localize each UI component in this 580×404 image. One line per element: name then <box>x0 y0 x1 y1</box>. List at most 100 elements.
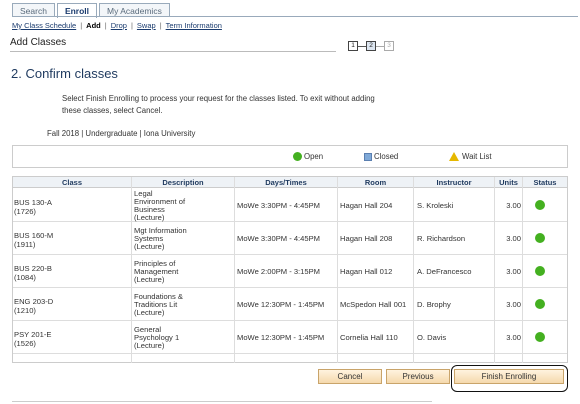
legend-open: Open <box>293 152 323 161</box>
days-times-cell: MoWe 12:30PM - 1:45PM <box>237 300 325 309</box>
days-times-cell: MoWe 3:30PM - 4:45PM <box>237 201 321 210</box>
waitlist-status-icon <box>449 152 459 161</box>
class-cell: PSY 201-E (1526) <box>14 330 130 348</box>
open-status-icon <box>535 200 545 210</box>
class-cell: BUS 130-A (1726) <box>14 198 130 216</box>
description-line: (Lecture) <box>134 275 165 284</box>
units-cell: 3.00 <box>506 201 521 210</box>
table-row: ENG 203-D (1210) Foundations & Traditions L… <box>13 288 567 321</box>
status-cell <box>535 299 545 309</box>
term-info: Fall 2018 | Undergraduate | Iona Univers… <box>47 129 196 138</box>
subnav-term-information[interactable]: Term Information <box>166 21 222 30</box>
step-connector <box>376 45 384 47</box>
subnav-my-class-schedule[interactable]: My Class Schedule <box>12 21 76 30</box>
days-times-cell: MoWe 3:30PM - 4:45PM <box>237 234 321 243</box>
class-code: PSY 201-E <box>14 330 52 339</box>
open-status-icon <box>535 299 545 309</box>
finish-highlight-ring <box>451 365 568 392</box>
legend-closed-label: Closed <box>374 152 399 161</box>
table-row: BUS 130-A (1726) Legal Environment of Busine… <box>13 189 567 222</box>
instructor-cell: D. Brophy <box>417 300 451 309</box>
subnav-separator: | <box>80 21 83 30</box>
legend-waitlist-label: Wait List <box>462 152 492 161</box>
class-code: ENG 203-D <box>14 297 54 306</box>
page-heading: 2. Confirm classes <box>11 66 118 81</box>
room-cell: Cornelia Hall 110 <box>340 333 398 342</box>
closed-status-icon <box>364 152 372 161</box>
previous-button[interactable]: Previous <box>386 369 450 384</box>
section-divider <box>10 51 336 52</box>
status-cell <box>535 233 545 243</box>
description-line: (Lecture) <box>134 242 165 251</box>
class-code: BUS 220-B <box>14 264 52 273</box>
step-3: 3 <box>384 41 394 51</box>
subnav-add[interactable]: Add <box>86 21 101 30</box>
instructor-cell: R. Richardson <box>417 234 466 243</box>
instructor-cell: A. DeFrancesco <box>417 267 472 276</box>
description-cell: General Psychology 1 (Lecture) <box>134 326 232 350</box>
col-header-status: Status <box>533 178 557 187</box>
tab-search[interactable]: Search <box>12 3 55 17</box>
status-cell <box>535 266 545 276</box>
description-cell: Legal Environment of Business (Lecture) <box>134 190 232 222</box>
days-times-cell: MoWe 2:00PM - 3:15PM <box>237 267 321 276</box>
legend-waitlist: Wait List <box>449 152 492 161</box>
tab-divider <box>12 16 578 17</box>
class-number: (1911) <box>14 240 36 249</box>
instructor-cell: S. Kroleski <box>417 201 454 210</box>
table-row: BUS 160-M (1911) Mgt Information Systems (Le… <box>13 222 567 255</box>
col-header-days-times: Days/Times <box>265 178 307 187</box>
status-cell <box>535 332 545 342</box>
description-line: (Lecture) <box>134 341 165 350</box>
step-2: 2 <box>366 41 376 51</box>
subnav-swap[interactable]: Swap <box>137 21 156 30</box>
open-status-icon <box>535 233 545 243</box>
subnav-drop[interactable]: Drop <box>111 21 127 30</box>
class-number: (1210) <box>14 306 36 315</box>
description-cell: Mgt Information Systems (Lecture) <box>134 227 232 251</box>
open-status-icon <box>535 266 545 276</box>
class-code: BUS 130-A <box>14 198 52 207</box>
instructions-text: Select Finish Enrolling to process your … <box>62 94 375 115</box>
section-title: Add Classes <box>10 37 67 48</box>
col-header-class: Class <box>61 178 82 187</box>
subnav-separator: | <box>159 21 162 30</box>
units-cell: 3.00 <box>506 300 521 309</box>
description-cell: Foundations & Traditions Lit (Lecture) <box>134 293 232 317</box>
room-cell: Hagan Hall 208 <box>340 234 393 243</box>
instructor-cell: O. Davis <box>417 333 447 342</box>
enroll-subnav: My Class Schedule | Add | Drop | Swap | … <box>12 21 222 30</box>
class-cell: BUS 220-B (1084) <box>14 264 130 282</box>
description-cell: Principles of Management (Lecture) <box>134 260 232 284</box>
table-header: Class Description Days/Times Room Instru… <box>13 177 567 188</box>
class-code: BUS 160-M <box>14 231 54 240</box>
tab-my-academics[interactable]: My Academics <box>99 3 170 17</box>
cancel-button[interactable]: Cancel <box>318 369 382 384</box>
class-cell: ENG 203-D (1210) <box>14 297 130 315</box>
description-line: (Lecture) <box>134 213 165 222</box>
step-indicator: 1 2 3 <box>348 41 394 51</box>
class-number: (1084) <box>14 273 36 282</box>
room-cell: Hagan Hall 012 <box>340 267 393 276</box>
units-cell: 3.00 <box>506 333 521 342</box>
legend-closed: Closed <box>364 152 398 161</box>
col-header-instructor: Instructor <box>436 178 472 187</box>
subnav-separator: | <box>104 21 107 30</box>
legend-open-label: Open <box>304 152 324 161</box>
status-cell <box>535 200 545 210</box>
step-1: 1 <box>348 41 358 51</box>
table-row: PSY 201-E (1526) General Psychology 1 (Lectu… <box>13 321 567 354</box>
description-line: (Lecture) <box>134 308 165 317</box>
class-number: (1726) <box>14 207 36 216</box>
bottom-divider <box>12 401 432 402</box>
subnav-separator: | <box>130 21 133 30</box>
col-header-units: Units <box>499 178 518 187</box>
class-cell: BUS 160-M (1911) <box>14 231 130 249</box>
days-times-cell: MoWe 12:30PM - 1:45PM <box>237 333 325 342</box>
table-row: BUS 220-B (1084) Principles of Management (L… <box>13 255 567 288</box>
col-header-room: Room <box>364 178 387 187</box>
units-cell: 3.00 <box>506 234 521 243</box>
step-connector <box>358 45 366 47</box>
col-header-description: Description <box>162 178 204 187</box>
units-cell: 3.00 <box>506 267 521 276</box>
